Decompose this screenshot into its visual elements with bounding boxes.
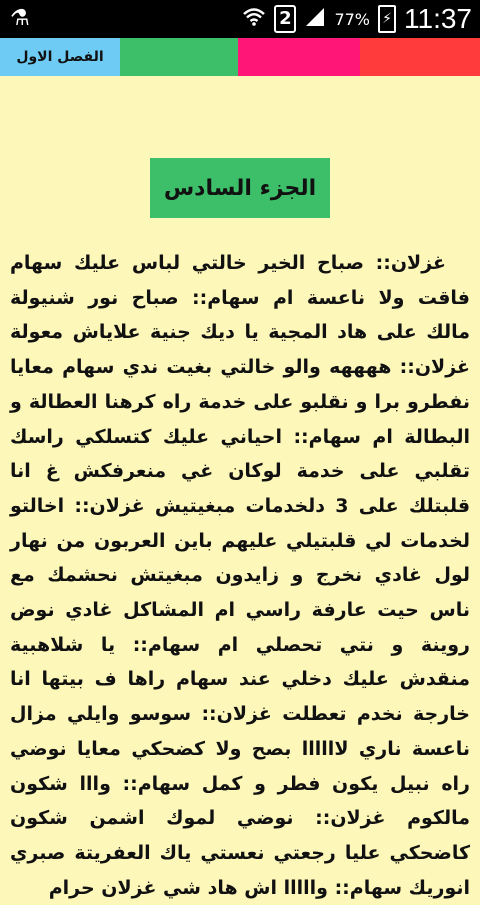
usb-icon: ⚗ [10, 6, 30, 31]
tab-chapter-4[interactable] [360, 38, 480, 76]
tab-chapter-1[interactable]: الفصل الاول [0, 38, 120, 76]
story-text: غزلان:: صباح الخير خالتي لباس عليك سهام … [10, 252, 471, 899]
wifi-icon [242, 7, 266, 32]
chapter-tabs: الفصل الاول [0, 38, 480, 76]
battery-charging-icon: ⚡ [378, 5, 396, 33]
sim-slot-badge: 2 [274, 5, 297, 33]
battery-percent: 77% [334, 9, 370, 29]
tab-chapter-2[interactable] [120, 38, 238, 76]
status-bar: ⚗ 2 77% ⚡ 11:37 [0, 0, 480, 38]
clock: 11:37 [404, 3, 472, 34]
signal-icon [304, 6, 326, 33]
part-title: الجزء السادس [150, 158, 330, 218]
tab-chapter-3[interactable] [238, 38, 360, 76]
status-icons: 2 77% ⚡ 11:37 [242, 0, 472, 38]
story-body: غزلان:: صباح الخير خالتي لباس عليك سهام … [10, 246, 470, 905]
